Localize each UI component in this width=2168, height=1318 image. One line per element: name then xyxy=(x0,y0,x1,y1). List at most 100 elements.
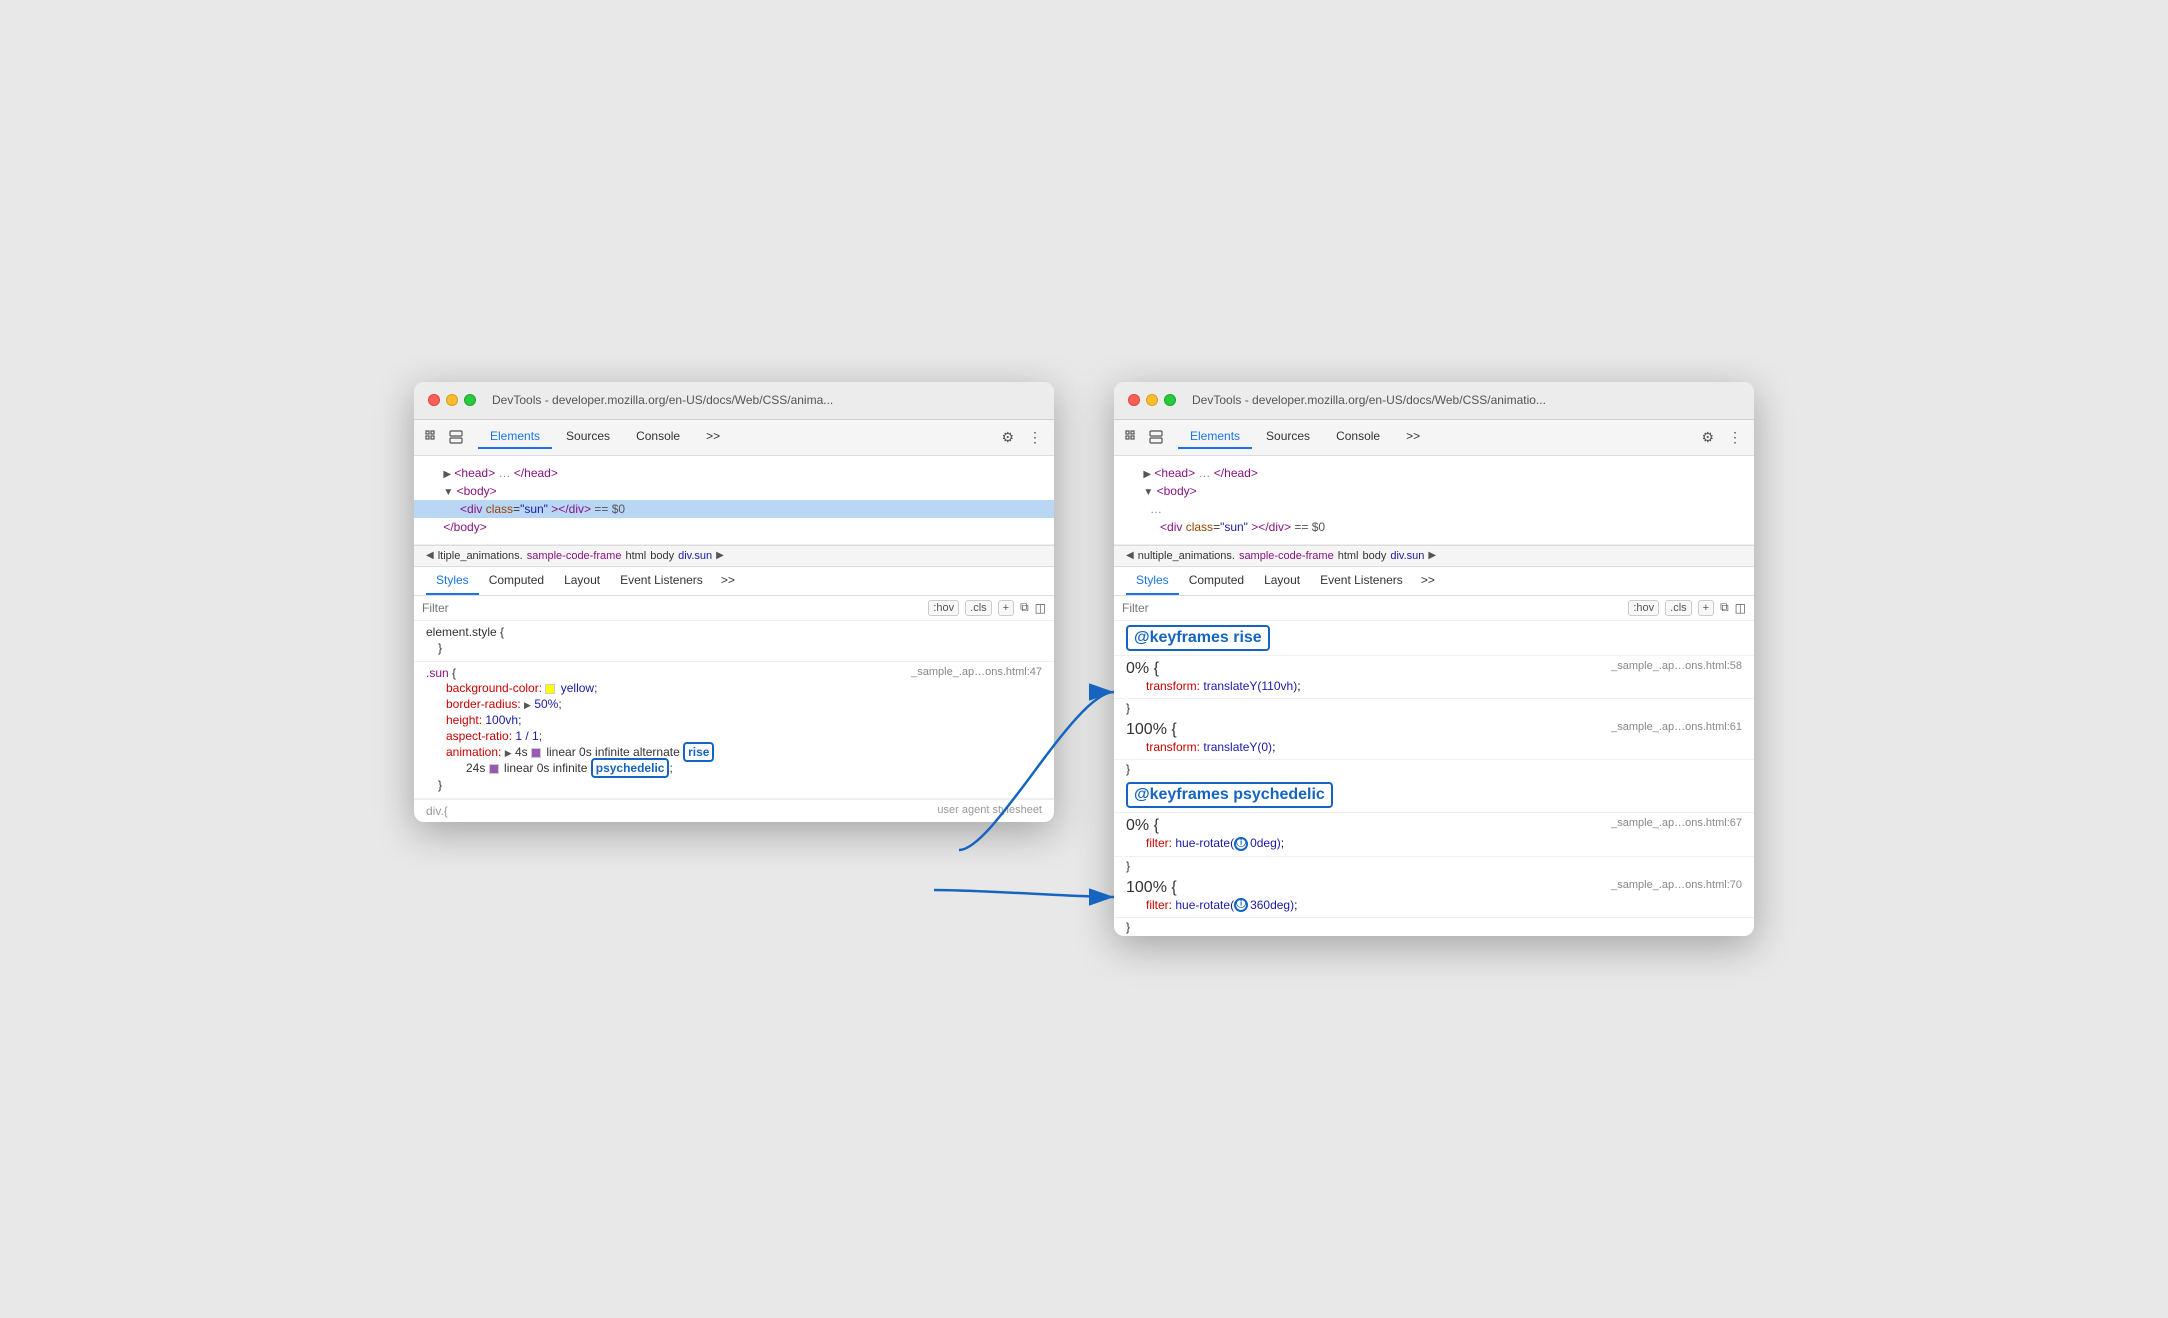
rise-source-58: _sample_.ap…ons.html:58 xyxy=(1611,660,1742,672)
breadcrumb-body[interactable]: body xyxy=(650,550,674,562)
right-breadcrumb-right-arrow[interactable]: ▶ xyxy=(1428,550,1436,561)
right-tree-dots: … xyxy=(1114,500,1754,518)
right-styles-tab-computed[interactable]: Computed xyxy=(1179,567,1254,595)
more-icon[interactable]: ⋮ xyxy=(1024,427,1046,448)
psychedelic-source-67: _sample_.ap…ons.html:67 xyxy=(1611,817,1742,829)
sun-close: } xyxy=(426,776,1042,794)
right-breadcrumb-html[interactable]: html xyxy=(1338,550,1359,562)
right-breadcrumb-file: nultiple_animations. xyxy=(1138,550,1235,562)
right-minimize-button[interactable] xyxy=(1146,394,1158,406)
right-tab-more[interactable]: >> xyxy=(1394,425,1432,449)
right-cursor-icon[interactable] xyxy=(1122,427,1142,447)
right-breadcrumb-divsun[interactable]: div.sun xyxy=(1390,550,1424,562)
tab-elements[interactable]: Elements xyxy=(478,425,552,449)
right-breadcrumb-left-arrow[interactable]: ◀ xyxy=(1126,550,1134,561)
tab-console[interactable]: Console xyxy=(624,425,692,449)
left-toolbar: Elements Sources Console >> ⚙ ⋮ xyxy=(414,420,1054,456)
keyframes-psychedelic-header: @keyframes psychedelic xyxy=(1114,778,1754,813)
right-toolbar-tabs: Elements Sources Console >> xyxy=(1178,425,1693,449)
breadcrumb-link[interactable]: sample-code-frame xyxy=(527,550,622,562)
right-layers-icon[interactable] xyxy=(1146,427,1166,447)
right-copy-icon[interactable]: ⧉ xyxy=(1720,600,1729,615)
filter-buttons: :hov .cls + ⧉ ◫ xyxy=(928,600,1046,616)
styles-tab-computed[interactable]: Computed xyxy=(479,567,554,595)
right-cls-button[interactable]: .cls xyxy=(1665,600,1692,616)
copy-icon[interactable]: ⧉ xyxy=(1020,600,1029,615)
color-swatch-yellow[interactable] xyxy=(545,684,555,694)
right-styles-tabs: Styles Computed Layout Event Listeners >… xyxy=(1114,567,1754,596)
right-filter-input[interactable] xyxy=(1122,601,1620,615)
tree-line-body-open: ▼ <body> xyxy=(414,482,1054,500)
right-keyframes-rules: @keyframes rise 0% { _sample_.ap…ons.htm… xyxy=(1114,621,1754,937)
minimize-button[interactable] xyxy=(446,394,458,406)
cursor-icon[interactable] xyxy=(422,427,442,447)
styles-tab-layout[interactable]: Layout xyxy=(554,567,610,595)
right-toolbar-icons xyxy=(1122,427,1166,447)
psychedelic-highlight: psychedelic xyxy=(591,758,670,778)
left-breadcrumb: ◀ ltiple_animations.sample-code-frame ht… xyxy=(414,545,1054,567)
right-plus-button[interactable]: + xyxy=(1698,600,1714,616)
hov-button[interactable]: :hov xyxy=(928,600,959,616)
right-breadcrumb-link[interactable]: sample-code-frame xyxy=(1239,550,1334,562)
styles-tab-styles[interactable]: Styles xyxy=(426,567,479,595)
right-maximize-button[interactable] xyxy=(1164,394,1176,406)
right-close-button[interactable] xyxy=(1128,394,1140,406)
right-titlebar: DevTools - developer.mozilla.org/en-US/d… xyxy=(1114,382,1754,420)
tab-more[interactable]: >> xyxy=(694,425,732,449)
maximize-button[interactable] xyxy=(464,394,476,406)
breadcrumb-divsun[interactable]: div.sun xyxy=(678,550,712,562)
right-tab-sources[interactable]: Sources xyxy=(1254,425,1322,449)
right-styles-tab-more[interactable]: >> xyxy=(1413,567,1443,595)
keyframes-psychedelic-label: @keyframes psychedelic xyxy=(1126,782,1333,808)
close-button[interactable] xyxy=(428,394,440,406)
styles-tab-more[interactable]: >> xyxy=(713,567,743,595)
height-prop: height: 100vh; xyxy=(426,712,1042,728)
right-gear-icon[interactable]: ⚙ xyxy=(1697,427,1718,448)
right-filter-buttons: :hov .cls + ⧉ ◫ xyxy=(1628,600,1746,616)
background-color-prop: background-color: yellow; xyxy=(426,680,1042,696)
right-styles-tab-events[interactable]: Event Listeners xyxy=(1310,567,1413,595)
sidebar-icon[interactable]: ◫ xyxy=(1035,601,1046,615)
layers-icon[interactable] xyxy=(446,427,466,447)
cls-button[interactable]: .cls xyxy=(965,600,992,616)
psychedelic-0-filter: filter: hue-rotate(ⓘ0deg); xyxy=(1126,835,1742,852)
right-more-icon[interactable]: ⋮ xyxy=(1724,427,1746,448)
keyframes-psychedelic-100: 100% { _sample_.ap…ons.html:70 filter: h… xyxy=(1114,875,1754,919)
breadcrumb-right-arrow[interactable]: ▶ xyxy=(716,550,724,561)
right-toolbar-right: ⚙ ⋮ xyxy=(1697,427,1746,448)
right-breadcrumb: ◀ nultiple_animations.sample-code-frame … xyxy=(1114,545,1754,567)
psychedelic-arrow xyxy=(934,890,1114,897)
styles-tab-events[interactable]: Event Listeners xyxy=(610,567,713,595)
right-styles-tab-styles[interactable]: Styles xyxy=(1126,567,1179,595)
left-devtools-window: DevTools - developer.mozilla.org/en-US/d… xyxy=(414,382,1054,822)
right-breadcrumb-body[interactable]: body xyxy=(1362,550,1386,562)
rise-highlight: rise xyxy=(683,742,714,762)
left-html-tree: ▶ <head> … </head> ▼ <body> <div class="… xyxy=(414,456,1054,545)
right-sidebar-icon[interactable]: ◫ xyxy=(1735,601,1746,615)
tree-line-div-sun[interactable]: <div class="sun" ></div> == $0 xyxy=(414,500,1054,518)
keyframes-rise-0: 0% { _sample_.ap…ons.html:58 transform: … xyxy=(1114,656,1754,699)
right-tree-line-body: ▼ <body> xyxy=(1114,482,1754,500)
right-window-title: DevTools - developer.mozilla.org/en-US/d… xyxy=(1192,393,1546,407)
right-tab-console[interactable]: Console xyxy=(1324,425,1392,449)
right-tab-elements[interactable]: Elements xyxy=(1178,425,1252,449)
right-styles-tab-layout[interactable]: Layout xyxy=(1254,567,1310,595)
right-hov-button[interactable]: :hov xyxy=(1628,600,1659,616)
toolbar-icons xyxy=(422,427,466,447)
plus-button[interactable]: + xyxy=(998,600,1014,616)
info-icon-1[interactable]: ⓘ xyxy=(1234,837,1248,851)
keyframes-psychedelic-0: 0% { _sample_.ap…ons.html:67 filter: hue… xyxy=(1114,813,1754,857)
info-icon-2[interactable]: ⓘ xyxy=(1234,898,1248,912)
gear-icon[interactable]: ⚙ xyxy=(997,427,1018,448)
filter-input[interactable] xyxy=(422,601,920,615)
sun-rule: .sun { _sample_.ap…ons.html:47 backgroun… xyxy=(414,662,1054,799)
breadcrumb-left-arrow[interactable]: ◀ xyxy=(426,550,434,561)
right-toolbar: Elements Sources Console >> ⚙ ⋮ xyxy=(1114,420,1754,456)
tab-sources[interactable]: Sources xyxy=(554,425,622,449)
animation-swatch2[interactable] xyxy=(489,764,499,774)
animation-swatch[interactable] xyxy=(531,748,541,758)
border-radius-prop: border-radius: ▶ 50%; xyxy=(426,696,1042,712)
breadcrumb-html[interactable]: html xyxy=(625,550,646,562)
sun-source: _sample_.ap…ons.html:47 xyxy=(911,666,1042,678)
keyframes-rise-label: @keyframes rise xyxy=(1126,625,1270,651)
